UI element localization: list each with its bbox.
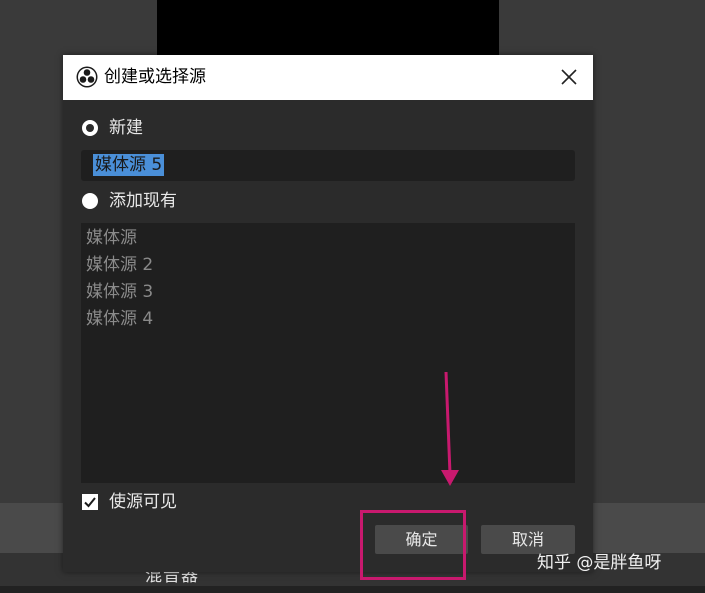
list-item[interactable]: 媒体源	[86, 227, 137, 249]
list-item[interactable]: 媒体源 3	[86, 281, 153, 303]
create-new-label: 新建	[109, 118, 143, 138]
create-new-radio[interactable]	[82, 120, 98, 136]
list-item[interactable]: 媒体源 2	[86, 254, 153, 276]
annotation-highlight-box	[360, 510, 466, 580]
add-existing-radio[interactable]	[82, 193, 98, 209]
make-visible-label: 使源可见	[109, 492, 177, 512]
new-source-name-input[interactable]: 媒体源 5	[81, 150, 575, 181]
checkmark-icon	[84, 497, 96, 508]
make-visible-checkbox[interactable]	[82, 494, 98, 510]
list-item[interactable]: 媒体源 4	[86, 308, 153, 330]
cancel-button[interactable]: 取消	[481, 525, 575, 554]
watermark-text: 知乎 @是胖鱼呀	[537, 553, 662, 573]
background-divider	[0, 586, 705, 593]
dialog-title: 创建或选择源	[104, 67, 206, 87]
obs-logo-icon	[76, 66, 98, 88]
dialog-titlebar[interactable]: 创建或选择源	[63, 55, 593, 100]
create-select-source-dialog: 创建或选择源 新建 媒体源 5 添加现有 媒体源 媒体源 2 媒体源 3 媒体源…	[63, 55, 593, 572]
existing-sources-list[interactable]: 媒体源 媒体源 2 媒体源 3 媒体源 4	[81, 223, 575, 483]
add-existing-label: 添加现有	[109, 191, 177, 211]
new-source-name-value: 媒体源 5	[93, 154, 165, 176]
annotation-arrow	[441, 371, 459, 486]
close-icon[interactable]	[557, 65, 581, 89]
preview-canvas	[157, 0, 499, 56]
